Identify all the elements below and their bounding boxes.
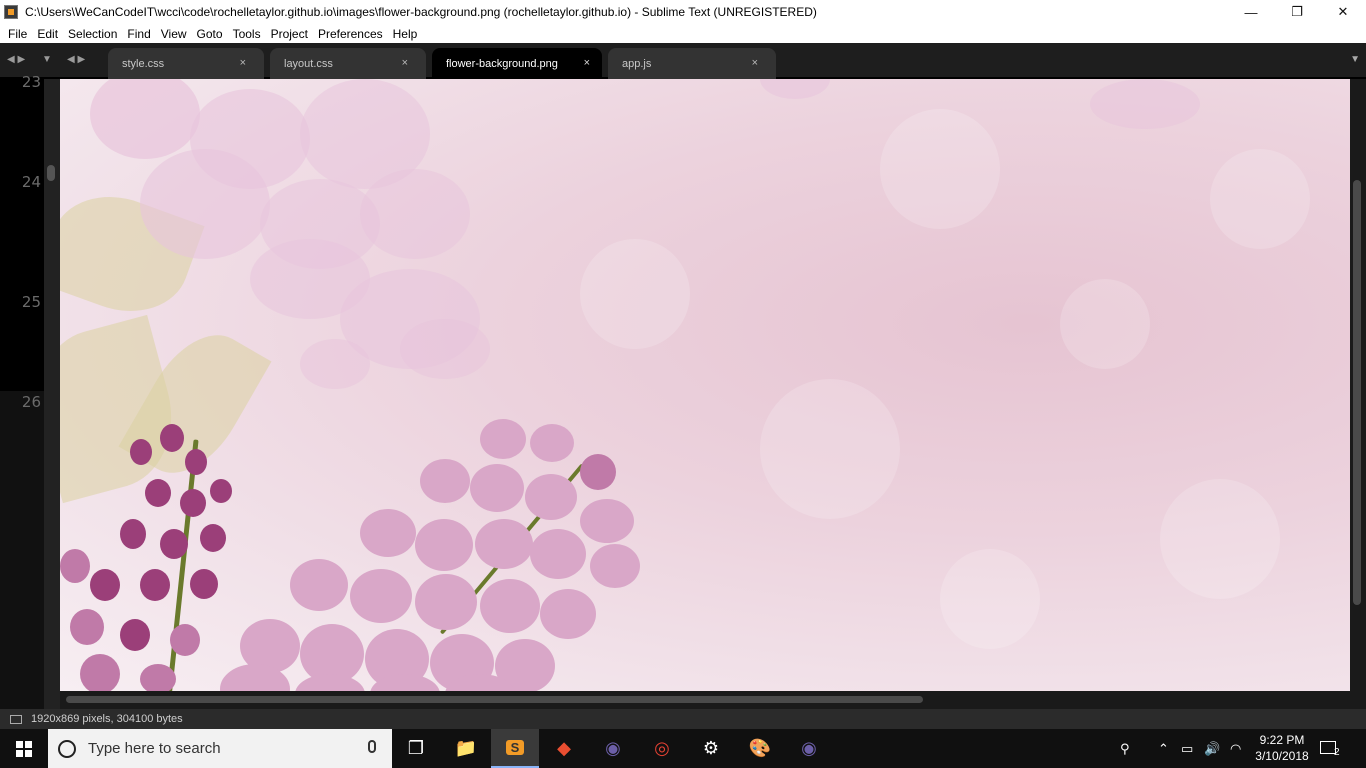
- tab-scroll-icon[interactable]: ◀ ▶: [67, 54, 85, 65]
- line-number: 24: [21, 173, 41, 191]
- eclipse-icon: ◉: [605, 738, 621, 758]
- tab-close-icon[interactable]: ×: [402, 57, 408, 69]
- minimap-thumb[interactable]: [47, 165, 55, 181]
- menu-view[interactable]: View: [157, 27, 193, 41]
- volume-icon: 🔊: [1204, 740, 1221, 756]
- people-button[interactable]: ⚲: [1120, 729, 1130, 768]
- tab-close-icon[interactable]: ×: [584, 57, 590, 69]
- eclipse-icon: ◉: [801, 738, 817, 758]
- tab-bar: ◀ ▶ ▼ ◀ ▶ style.css × layout.css × flowe…: [0, 43, 1366, 79]
- battery-button[interactable]: ▭: [1181, 729, 1193, 768]
- people-icon: ⚲: [1120, 740, 1130, 756]
- panel-toggle-icon[interactable]: [10, 714, 22, 724]
- git-button[interactable]: ◆: [540, 729, 588, 768]
- chrome-button[interactable]: ◎: [638, 729, 686, 768]
- action-center-button[interactable]: 2: [1320, 737, 1348, 761]
- menu-find[interactable]: Find: [123, 27, 156, 41]
- search-placeholder: Type here to search: [88, 740, 221, 757]
- tab-close-icon[interactable]: ×: [240, 57, 246, 69]
- clock[interactable]: 9:22 PM 3/10/2018: [1250, 732, 1314, 764]
- horizontal-scrollbar-thumb[interactable]: [66, 696, 923, 703]
- line-number: 23: [21, 73, 41, 91]
- task-view-button[interactable]: ❐: [392, 729, 440, 768]
- sidebar-toggle-left-icon[interactable]: ◀ ▶: [7, 54, 25, 65]
- start-button[interactable]: [0, 729, 48, 768]
- tab-style-css[interactable]: style.css ×: [108, 48, 264, 79]
- task-view-icon: ❐: [407, 738, 425, 758]
- clock-time: 9:22 PM: [1259, 733, 1305, 747]
- line-number: 25: [21, 293, 41, 311]
- maximize-button[interactable]: ❐: [1274, 0, 1320, 24]
- tab-close-icon[interactable]: ×: [752, 57, 758, 69]
- wifi-button[interactable]: ◠: [1230, 729, 1241, 768]
- vertical-scrollbar-thumb[interactable]: [1353, 180, 1361, 605]
- menu-selection[interactable]: Selection: [64, 27, 123, 41]
- sublime-text-button[interactable]: S: [491, 729, 539, 768]
- notification-count: 2: [1334, 747, 1340, 758]
- tab-label: style.css: [122, 57, 165, 70]
- menu-goto[interactable]: Goto: [193, 27, 229, 41]
- file-explorer-button[interactable]: 📁: [442, 729, 490, 768]
- tab-dropdown-icon[interactable]: ▼: [1350, 54, 1360, 65]
- image-preview: [60, 79, 1350, 691]
- volume-button[interactable]: 🔊: [1204, 729, 1220, 768]
- tab-list-icon[interactable]: ▼: [42, 54, 52, 65]
- status-text: 1920x869 pixels, 304100 bytes: [31, 713, 183, 725]
- settings-button[interactable]: ⚙: [687, 729, 735, 768]
- menu-preferences[interactable]: Preferences: [314, 27, 389, 41]
- tab-label: flower-background.png: [446, 57, 558, 70]
- clock-date: 3/10/2018: [1255, 749, 1309, 763]
- eclipse-button[interactable]: ◉: [589, 729, 637, 768]
- line-number: 26: [21, 393, 41, 411]
- wifi-icon: ◠: [1230, 740, 1242, 756]
- close-button[interactable]: ✕: [1320, 0, 1366, 24]
- tab-label: layout.css: [284, 57, 333, 70]
- minimize-button[interactable]: —: [1228, 0, 1274, 24]
- menu-edit[interactable]: Edit: [33, 27, 64, 41]
- git-icon: ◆: [557, 738, 571, 758]
- window-controls: — ❐ ✕: [1228, 0, 1366, 24]
- line-gutter: 23 24 25 26: [0, 73, 44, 709]
- tab-layout-css[interactable]: layout.css ×: [270, 48, 426, 79]
- microphone-icon[interactable]: [368, 740, 376, 753]
- menu-file[interactable]: File: [4, 27, 33, 41]
- cortana-icon: [58, 739, 76, 758]
- title-bar: C:\Users\WeCanCodeIT\wcci\code\rochellet…: [0, 0, 1366, 24]
- eclipse-button-2[interactable]: ◉: [785, 729, 833, 768]
- menu-project[interactable]: Project: [267, 27, 314, 41]
- tab-app-js[interactable]: app.js ×: [608, 48, 776, 79]
- chrome-icon: ◎: [654, 738, 670, 758]
- file-explorer-icon: 📁: [454, 738, 478, 758]
- battery-icon: ▭: [1181, 740, 1194, 756]
- tab-flower-background-png[interactable]: flower-background.png ×: [432, 48, 602, 79]
- windows-logo-icon: [16, 740, 32, 757]
- settings-icon: ⚙: [702, 738, 720, 758]
- chevron-up-icon: ⌃: [1158, 740, 1169, 756]
- window-title: C:\Users\WeCanCodeIT\wcci\code\rochellet…: [25, 5, 817, 19]
- taskbar-search[interactable]: Type here to search: [48, 729, 392, 768]
- sublime-app-icon: [4, 5, 18, 19]
- show-hidden-icons-button[interactable]: ⌃: [1158, 729, 1169, 768]
- status-bar: 1920x869 pixels, 304100 bytes: [0, 709, 1366, 729]
- sublime-text-icon: S: [505, 740, 525, 755]
- paint-icon: 🎨: [748, 738, 772, 758]
- menu-bar: File Edit Selection Find View Goto Tools…: [0, 24, 1366, 43]
- taskbar: Type here to search ❐ 📁 S ◆ ◉ ◎ ⚙ 🎨 ◉ ⚲ …: [0, 729, 1366, 768]
- menu-tools[interactable]: Tools: [229, 27, 267, 41]
- tab-label: app.js: [622, 57, 652, 70]
- menu-help[interactable]: Help: [389, 27, 424, 41]
- paint-button[interactable]: 🎨: [736, 729, 784, 768]
